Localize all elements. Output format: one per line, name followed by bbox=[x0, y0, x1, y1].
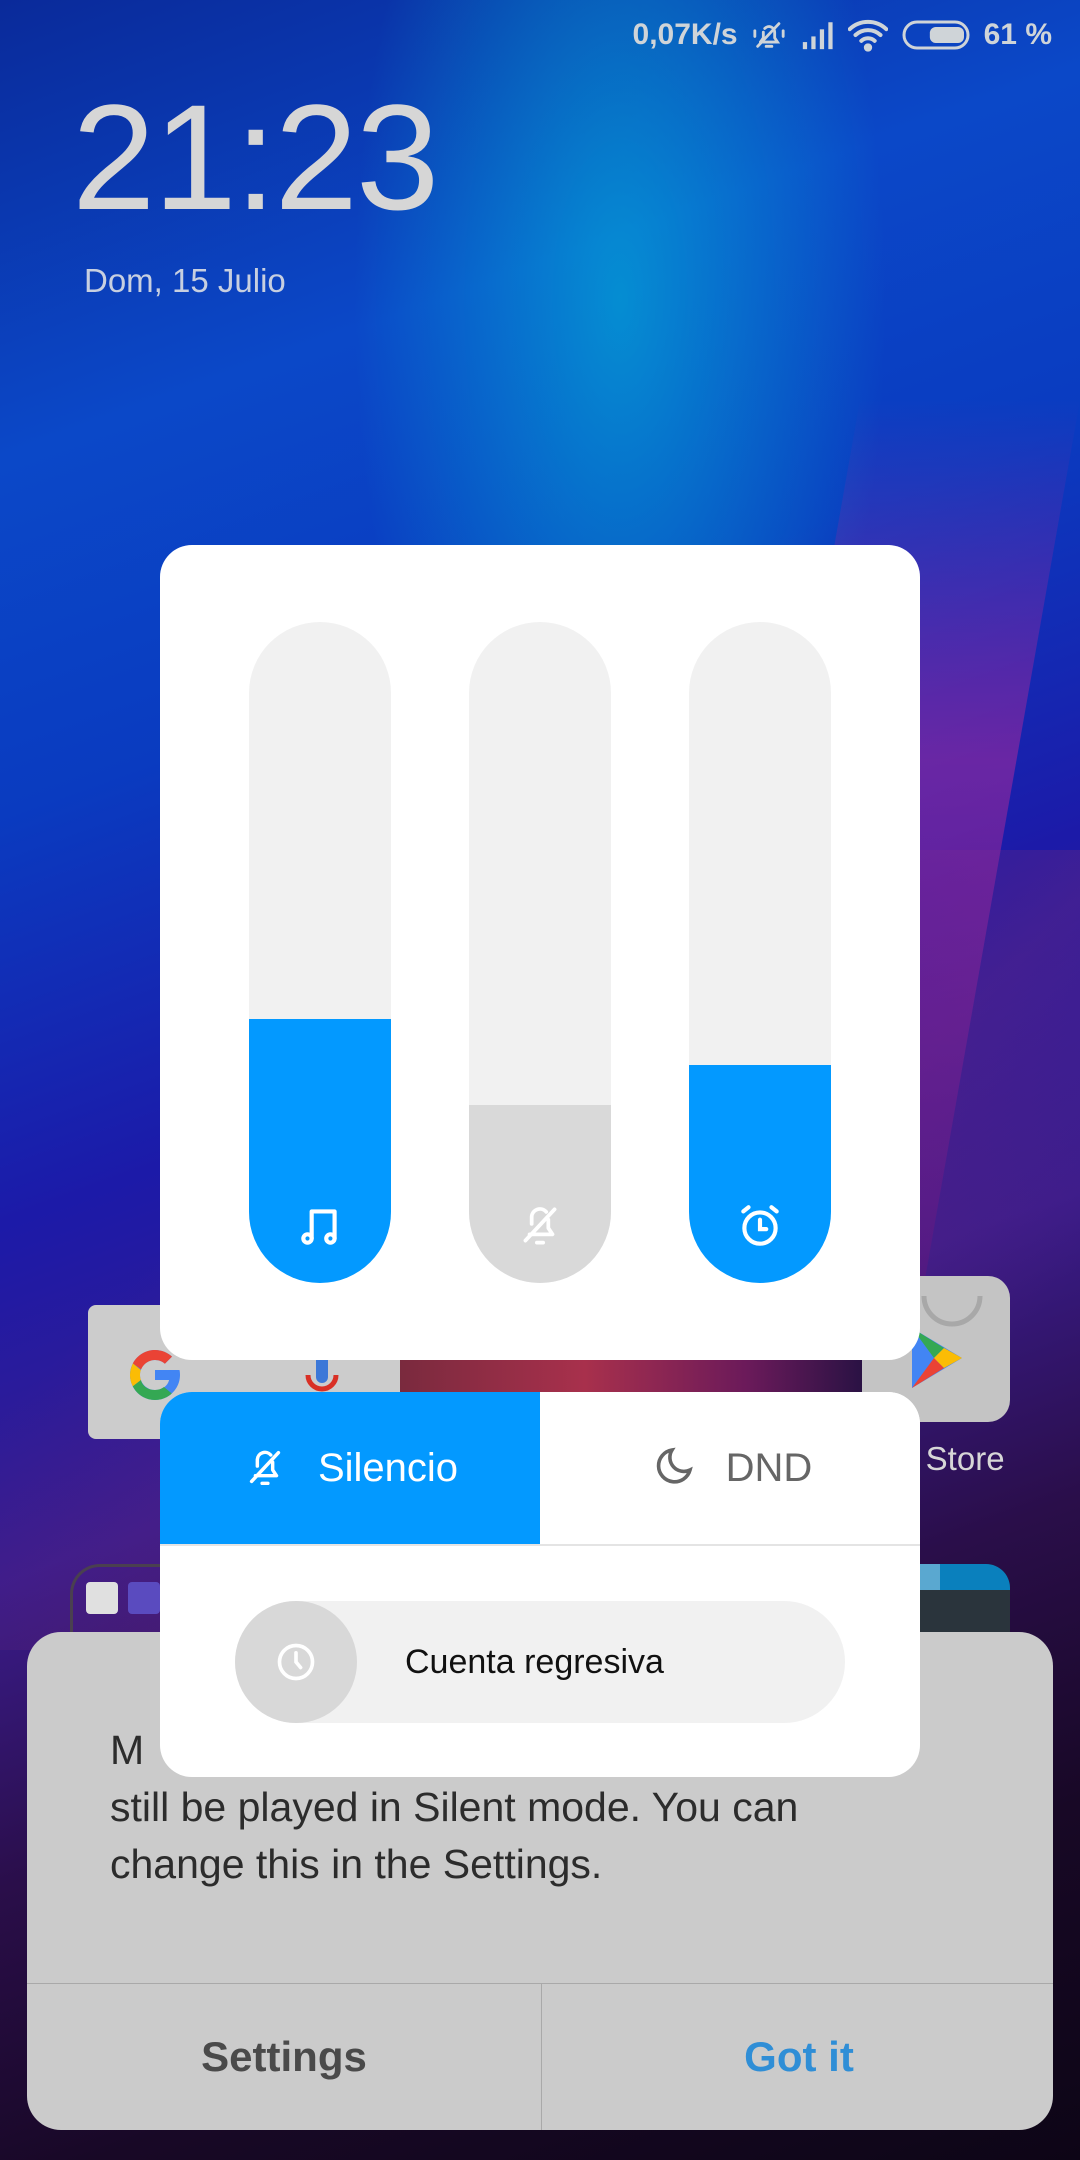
ringer-volume-slider[interactable] bbox=[469, 622, 611, 1283]
folder-assistant-icon bbox=[128, 1582, 160, 1614]
lock-date: Dom, 15 Julio bbox=[84, 262, 286, 299]
moon-icon bbox=[656, 1447, 693, 1484]
countdown-slider[interactable]: Cuenta regresiva bbox=[235, 1601, 845, 1723]
signal-icon bbox=[800, 20, 834, 50]
countdown-label: Cuenta regresiva bbox=[405, 1643, 664, 1681]
bell-off-icon bbox=[523, 1207, 557, 1245]
silent-mode-button[interactable]: Silencio bbox=[160, 1392, 540, 1544]
music-note-icon bbox=[301, 1209, 337, 1245]
clock-icon bbox=[277, 1643, 315, 1681]
settings-button[interactable]: Settings bbox=[27, 1984, 541, 2130]
media-volume-slider[interactable] bbox=[249, 622, 391, 1283]
got-it-button[interactable]: Got it bbox=[542, 1984, 1056, 2130]
status-bar: 0,07K/s 61 % bbox=[633, 10, 1052, 60]
mode-divider bbox=[160, 1544, 920, 1546]
battery-percent: 61 % bbox=[983, 18, 1052, 51]
dnd-mode-label: DND bbox=[725, 1445, 813, 1490]
dnd-mode-button[interactable]: DND bbox=[540, 1392, 920, 1544]
silent-bell-icon bbox=[752, 18, 786, 52]
battery-icon bbox=[902, 19, 970, 51]
ringer-mode-panel: Silencio DND Cuenta regresiva bbox=[160, 1392, 920, 1777]
ringer-volume-fill bbox=[469, 1104, 611, 1283]
folder-google-icon bbox=[86, 1582, 118, 1614]
lock-clock: 21:23 bbox=[72, 73, 439, 241]
alarm-volume-slider[interactable] bbox=[689, 622, 831, 1283]
wifi-icon bbox=[847, 18, 888, 52]
bell-off-icon bbox=[249, 1450, 281, 1486]
network-speed: 0,07K/s bbox=[632, 18, 738, 51]
alarm-clock-icon bbox=[741, 1205, 779, 1246]
silent-mode-label: Silencio bbox=[317, 1445, 459, 1490]
countdown-knob[interactable] bbox=[235, 1601, 357, 1723]
hint-message-body: still be played in Silent mode. You can … bbox=[110, 1784, 799, 1887]
